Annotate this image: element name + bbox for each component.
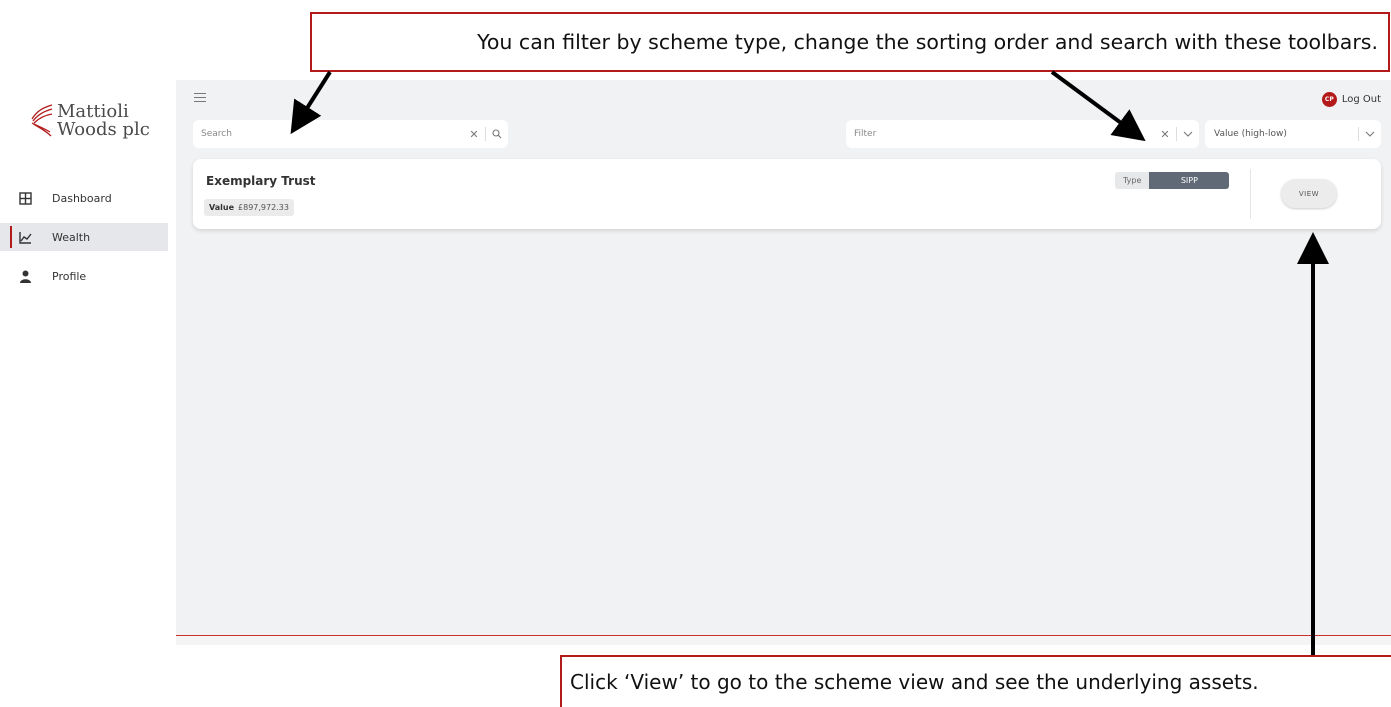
avatar: CP bbox=[1321, 92, 1337, 107]
card-divider bbox=[1250, 169, 1251, 219]
sidebar-item-dashboard[interactable]: Dashboard bbox=[0, 184, 168, 212]
sidebar-item-label: Dashboard bbox=[52, 191, 112, 205]
search-placeholder: Search bbox=[201, 129, 232, 139]
chevron-down-icon[interactable] bbox=[1359, 120, 1381, 148]
sidebar-nav: Dashboard Wealth Profile bbox=[0, 184, 168, 301]
annotation-view: Click ‘View’ to go to the scheme view an… bbox=[560, 655, 1391, 707]
chart-line-icon bbox=[18, 230, 32, 244]
main-content: CP Log Out Search ✕ Filter ✕ Value (high… bbox=[176, 80, 1391, 645]
user-icon bbox=[18, 269, 32, 283]
grid-icon bbox=[18, 191, 32, 205]
sidebar-item-wealth[interactable]: Wealth bbox=[0, 223, 168, 251]
annotation-view-text: Click ‘View’ to go to the scheme view an… bbox=[570, 670, 1259, 694]
sort-value: Value (high-low) bbox=[1214, 129, 1287, 139]
filter-select[interactable]: Filter ✕ bbox=[846, 120, 1199, 148]
logout-button[interactable]: CP Log Out bbox=[1321, 92, 1381, 107]
annotation-toolbars: You can filter by scheme type, change th… bbox=[310, 12, 1390, 72]
scheme-type-badge: Type SIPP bbox=[1115, 172, 1230, 189]
brand-mark-icon bbox=[31, 104, 53, 137]
sidebar-item-label: Profile bbox=[52, 269, 87, 283]
scheme-name: Exemplary Trust bbox=[206, 174, 316, 188]
type-label: Type bbox=[1115, 172, 1150, 189]
filter-placeholder: Filter bbox=[854, 129, 877, 139]
brand-logo[interactable]: Mattioli Woods plc bbox=[30, 103, 150, 139]
clear-filter-icon[interactable]: ✕ bbox=[1154, 120, 1176, 148]
search-icon[interactable] bbox=[486, 120, 508, 148]
sidebar-item-label: Wealth bbox=[52, 230, 91, 244]
value-label: Value bbox=[209, 203, 235, 212]
view-button[interactable]: VIEW bbox=[1281, 179, 1337, 208]
sidebar-item-profile[interactable]: Profile bbox=[0, 262, 168, 290]
sidebar: Mattioli Woods plc Dashboard Wealth Prof… bbox=[0, 80, 176, 640]
chevron-down-icon[interactable] bbox=[1177, 120, 1199, 148]
clear-search-icon[interactable]: ✕ bbox=[463, 120, 485, 148]
scheme-value-tag: Value £897,972.33 bbox=[204, 199, 294, 216]
type-value: SIPP bbox=[1149, 172, 1230, 189]
scheme-card: Exemplary Trust Value £897,972.33 Type S… bbox=[193, 159, 1381, 229]
search-input[interactable]: Search ✕ bbox=[193, 120, 508, 148]
brand-name: Mattioli Woods plc bbox=[57, 103, 150, 139]
sort-select[interactable]: Value (high-low) bbox=[1205, 120, 1381, 148]
brand-line-2: Woods plc bbox=[57, 119, 150, 140]
menu-icon[interactable] bbox=[194, 93, 206, 103]
logout-label: Log Out bbox=[1341, 94, 1381, 105]
scheme-value: £897,972.33 bbox=[238, 203, 289, 212]
annotation-toolbars-text: You can filter by scheme type, change th… bbox=[477, 30, 1378, 54]
